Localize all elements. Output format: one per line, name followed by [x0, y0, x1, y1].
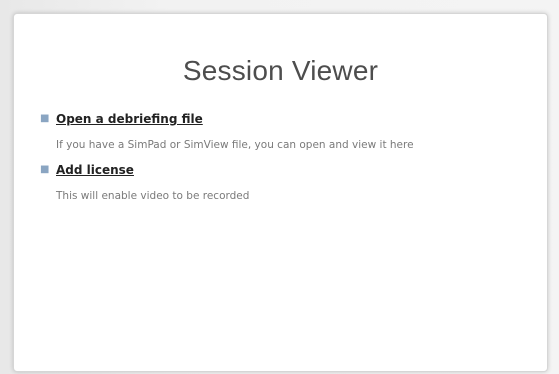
- action-list: ■ Open a debriefing file If you have a S…: [38, 110, 538, 212]
- list-item-add-license: ■ Add license This will enable video to …: [38, 161, 538, 203]
- open-debriefing-file-link[interactable]: Open a debriefing file: [56, 111, 203, 127]
- list-item-open-debriefing: ■ Open a debriefing file If you have a S…: [38, 110, 538, 152]
- add-license-link[interactable]: Add license: [56, 162, 134, 178]
- session-viewer-panel: Session Viewer ■ Open a debriefing file …: [13, 13, 548, 372]
- open-debriefing-description: If you have a SimPad or SimView file, yo…: [56, 139, 414, 151]
- bullet-icon: ■: [40, 164, 50, 175]
- bullet-icon: ■: [40, 113, 50, 124]
- add-license-description: This will enable video to be recorded: [56, 190, 250, 202]
- page-title: Session Viewer: [182, 55, 379, 86]
- app-background: Session Viewer ■ Open a debriefing file …: [0, 0, 559, 374]
